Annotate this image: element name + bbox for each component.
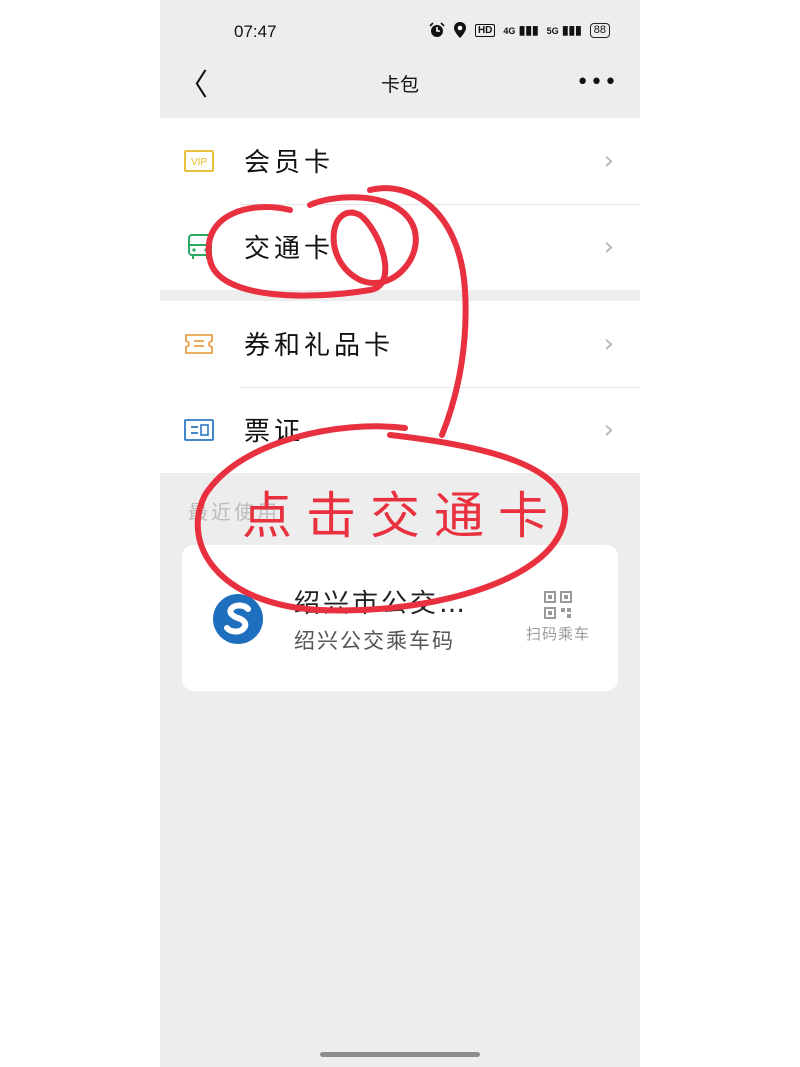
hd-icon: HD bbox=[474, 23, 496, 37]
status-time: 07:47 bbox=[234, 22, 277, 41]
vip-card-icon: VIP bbox=[184, 150, 214, 172]
menu-group-2: 券和礼品卡 › 票证 › bbox=[160, 301, 640, 473]
5g-label: 5G bbox=[546, 26, 559, 36]
scan-to-ride-button[interactable]: 扫码乘车 bbox=[518, 591, 598, 644]
battery-icon: 88 bbox=[589, 22, 610, 38]
menu-group-1: VIP 会员卡 › 交通卡 › bbox=[160, 118, 640, 290]
more-options-button[interactable]: ••• bbox=[576, 70, 618, 95]
4g-signal-icon: 4G ▮▮▮ bbox=[503, 23, 538, 37]
card-title: 绍兴市公交… bbox=[294, 589, 469, 619]
location-icon bbox=[453, 22, 466, 38]
menu-item-transit-card[interactable]: 交通卡 › bbox=[160, 204, 640, 290]
status-bar: 07:47 HD 4G ▮▮▮ 5G ▮▮▮ 88 bbox=[160, 0, 640, 60]
svg-text:VIP: VIP bbox=[191, 157, 207, 168]
scan-to-ride-label: 扫码乘车 bbox=[525, 625, 590, 643]
bus-company-logo-icon bbox=[213, 594, 263, 644]
menu-item-label: 会员卡 bbox=[244, 148, 335, 178]
chevron-right-icon: › bbox=[603, 415, 614, 445]
card-subtitle: 绍兴公交乘车码 bbox=[294, 629, 455, 653]
page-title: 卡包 bbox=[380, 74, 419, 96]
signal-bars-1: ▮▮▮ bbox=[518, 23, 539, 37]
menu-item-label: 票证 bbox=[244, 417, 305, 447]
nav-bar: 〈 卡包 ••• bbox=[160, 60, 640, 118]
recent-card-shaoxing-bus[interactable]: 绍兴市公交… 绍兴公交乘车码 扫码乘车 bbox=[182, 545, 618, 691]
chevron-right-icon: › bbox=[603, 146, 614, 176]
menu-item-coupons-gift-cards[interactable]: 券和礼品卡 › bbox=[160, 301, 640, 387]
home-indicator[interactable] bbox=[320, 1052, 480, 1057]
qr-code-icon bbox=[544, 591, 572, 619]
signal-bars-2: ▮▮▮ bbox=[561, 23, 582, 37]
bus-icon bbox=[188, 234, 212, 259]
menu-item-label: 交通卡 bbox=[244, 234, 335, 264]
5g-signal-icon: 5G ▮▮▮ bbox=[547, 23, 582, 37]
4g-label: 4G bbox=[503, 26, 516, 36]
alarm-icon bbox=[429, 22, 445, 37]
menu-item-membership-card[interactable]: VIP 会员卡 › bbox=[160, 118, 640, 204]
chevron-right-icon: › bbox=[603, 232, 614, 262]
recently-used-label: 最近使用 bbox=[188, 500, 280, 524]
status-icons: HD 4G ▮▮▮ 5G ▮▮▮ 88 bbox=[429, 22, 610, 38]
menu-item-tickets-ids[interactable]: 票证 › bbox=[160, 387, 640, 473]
menu-item-label: 券和礼品卡 bbox=[244, 331, 395, 361]
ticket-icon bbox=[185, 334, 213, 354]
chevron-right-icon: › bbox=[603, 329, 614, 359]
phone-screen: 07:47 HD 4G ▮▮▮ 5G ▮▮▮ 88 〈 卡包 ••• VIP 会… bbox=[160, 0, 640, 1067]
id-card-icon bbox=[184, 419, 214, 441]
